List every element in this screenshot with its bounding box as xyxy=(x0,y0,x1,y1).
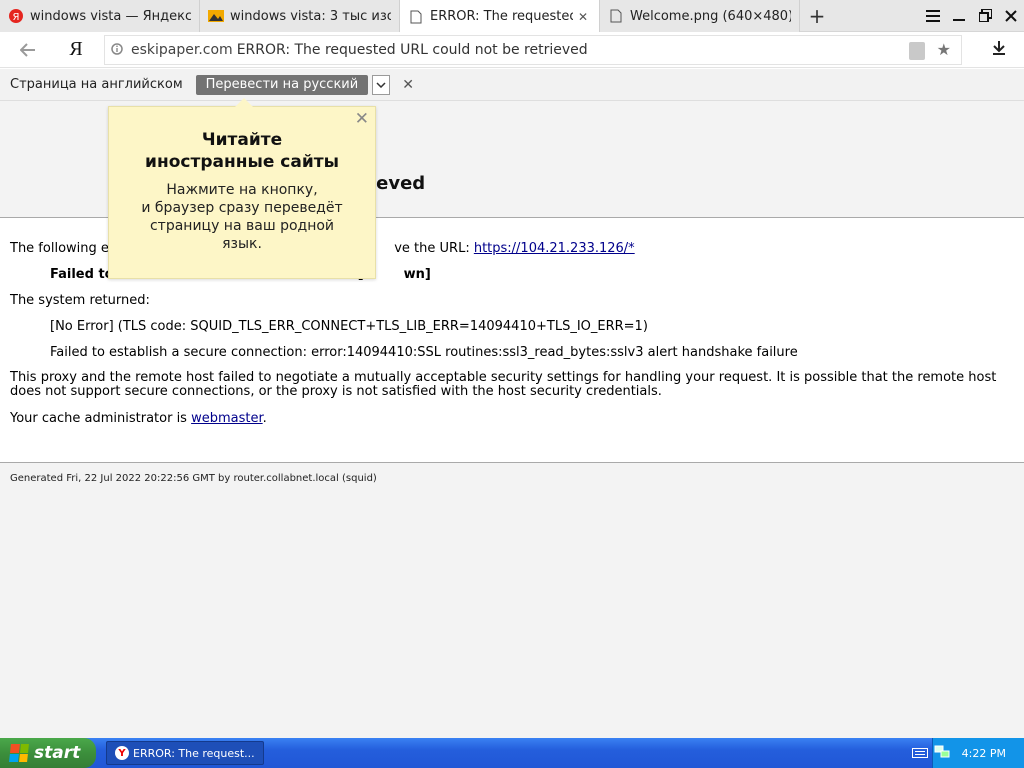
tab-title: windows vista: 3 тыс изобр xyxy=(230,8,391,24)
close-icon[interactable]: ✕ xyxy=(575,10,591,24)
taskbar-window-label: ERROR: The request... xyxy=(133,746,255,760)
new-tab-button[interactable]: + xyxy=(800,0,834,31)
bookmark-star-icon[interactable]: ★ xyxy=(937,40,951,59)
images-icon xyxy=(208,8,224,24)
minimize-icon[interactable] xyxy=(946,0,972,32)
translate-tooltip: ✕ Читайте иностранные сайты Нажмите на к… xyxy=(108,98,376,279)
tls-error-line: [No Error] (TLS code: SQUID_TLS_ERR_CONN… xyxy=(50,319,648,334)
tooltip-body: Нажмите на кнопку, и браузер сразу перев… xyxy=(141,182,343,252)
download-icon[interactable] xyxy=(990,40,1008,60)
error-description-text-2: ve the URL: xyxy=(394,241,474,256)
back-button[interactable] xyxy=(0,32,56,68)
failed-tail-2: wn] xyxy=(403,267,431,282)
tab-welcome[interactable]: Welcome.png (640×480) xyxy=(600,0,800,32)
url-link[interactable]: https://104.21.233.126/* xyxy=(474,241,635,256)
tab-title: ERROR: The requested URL xyxy=(430,9,573,24)
tab-error[interactable]: ERROR: The requested URL ✕ xyxy=(400,0,600,33)
menu-icon[interactable] xyxy=(920,0,946,32)
url-page-title: ERROR: The requested URL could not be re… xyxy=(236,42,588,58)
yandex-logo[interactable]: Я xyxy=(56,32,96,68)
cache-admin-suffix: . xyxy=(262,411,267,426)
tab-yandex-images[interactable]: windows vista: 3 тыс изобр xyxy=(200,0,400,32)
cache-admin-line: Your cache administrator is webmaster. xyxy=(10,411,267,426)
keyboard-icon[interactable] xyxy=(908,738,932,768)
url-domain: eskipaper.com xyxy=(131,42,233,58)
system-tray: 4:22 PM xyxy=(932,738,1024,768)
document-icon xyxy=(408,9,424,25)
close-icon[interactable]: ✕ xyxy=(355,109,369,129)
tab-title: Welcome.png (640×480) xyxy=(630,8,791,24)
tab-yandex-search[interactable]: Я windows vista — Яндекс: на xyxy=(0,0,200,32)
yandex-icon: Я xyxy=(8,8,24,24)
protect-icon[interactable] xyxy=(909,42,925,60)
tab-title: windows vista — Яндекс: на xyxy=(30,8,191,24)
address-bar: Я eskipaper.com ERROR: The requested URL… xyxy=(0,32,1024,68)
close-icon[interactable]: ✕ xyxy=(402,77,414,93)
tab-strip: Я windows vista — Яндекс: на windows vis… xyxy=(0,0,1024,33)
chevron-down-icon[interactable] xyxy=(372,74,391,95)
connection-info-icon[interactable] xyxy=(111,42,131,58)
webmaster-link[interactable]: webmaster xyxy=(191,411,263,426)
taskbar-window-button[interactable]: Y ERROR: The request... xyxy=(106,741,264,765)
failed-text: Failed to xyxy=(50,267,114,282)
document-icon xyxy=(608,8,624,24)
windows-flag-icon xyxy=(9,744,29,762)
cache-admin-prefix: Your cache administrator is xyxy=(10,411,192,426)
system-returned-label: The system returned: xyxy=(10,293,150,308)
page-footer: Generated Fri, 22 Jul 2022 20:22:56 GMT … xyxy=(0,462,1024,738)
clock[interactable]: 4:22 PM xyxy=(962,747,1006,760)
network-icon[interactable] xyxy=(934,745,950,762)
ssl-error-line: Failed to establish a secure connection:… xyxy=(50,345,798,360)
translate-bar: Страница на английском Перевести на русс… xyxy=(0,69,1024,101)
taskbar: start Y ERROR: The request... 4:22 PM xyxy=(0,738,1024,768)
url-field[interactable]: eskipaper.com ERROR: The requested URL c… xyxy=(104,35,962,65)
start-label: start xyxy=(34,743,81,763)
error-description-text: The following er xyxy=(10,241,115,256)
yandex-icon: Y xyxy=(115,746,129,760)
tooltip-title: Читайте иностранные сайты xyxy=(145,130,339,172)
generated-footer: Generated Fri, 22 Jul 2022 20:22:56 GMT … xyxy=(10,473,377,484)
translate-button[interactable]: Перевести на русский xyxy=(195,74,369,95)
restore-icon[interactable] xyxy=(972,0,998,32)
page-language-label: Страница на английском xyxy=(10,77,183,92)
proxy-explanation: This proxy and the remote host failed to… xyxy=(10,370,997,399)
svg-text:Я: Я xyxy=(13,12,20,23)
close-window-icon[interactable] xyxy=(998,0,1024,32)
start-button[interactable]: start xyxy=(0,738,96,768)
